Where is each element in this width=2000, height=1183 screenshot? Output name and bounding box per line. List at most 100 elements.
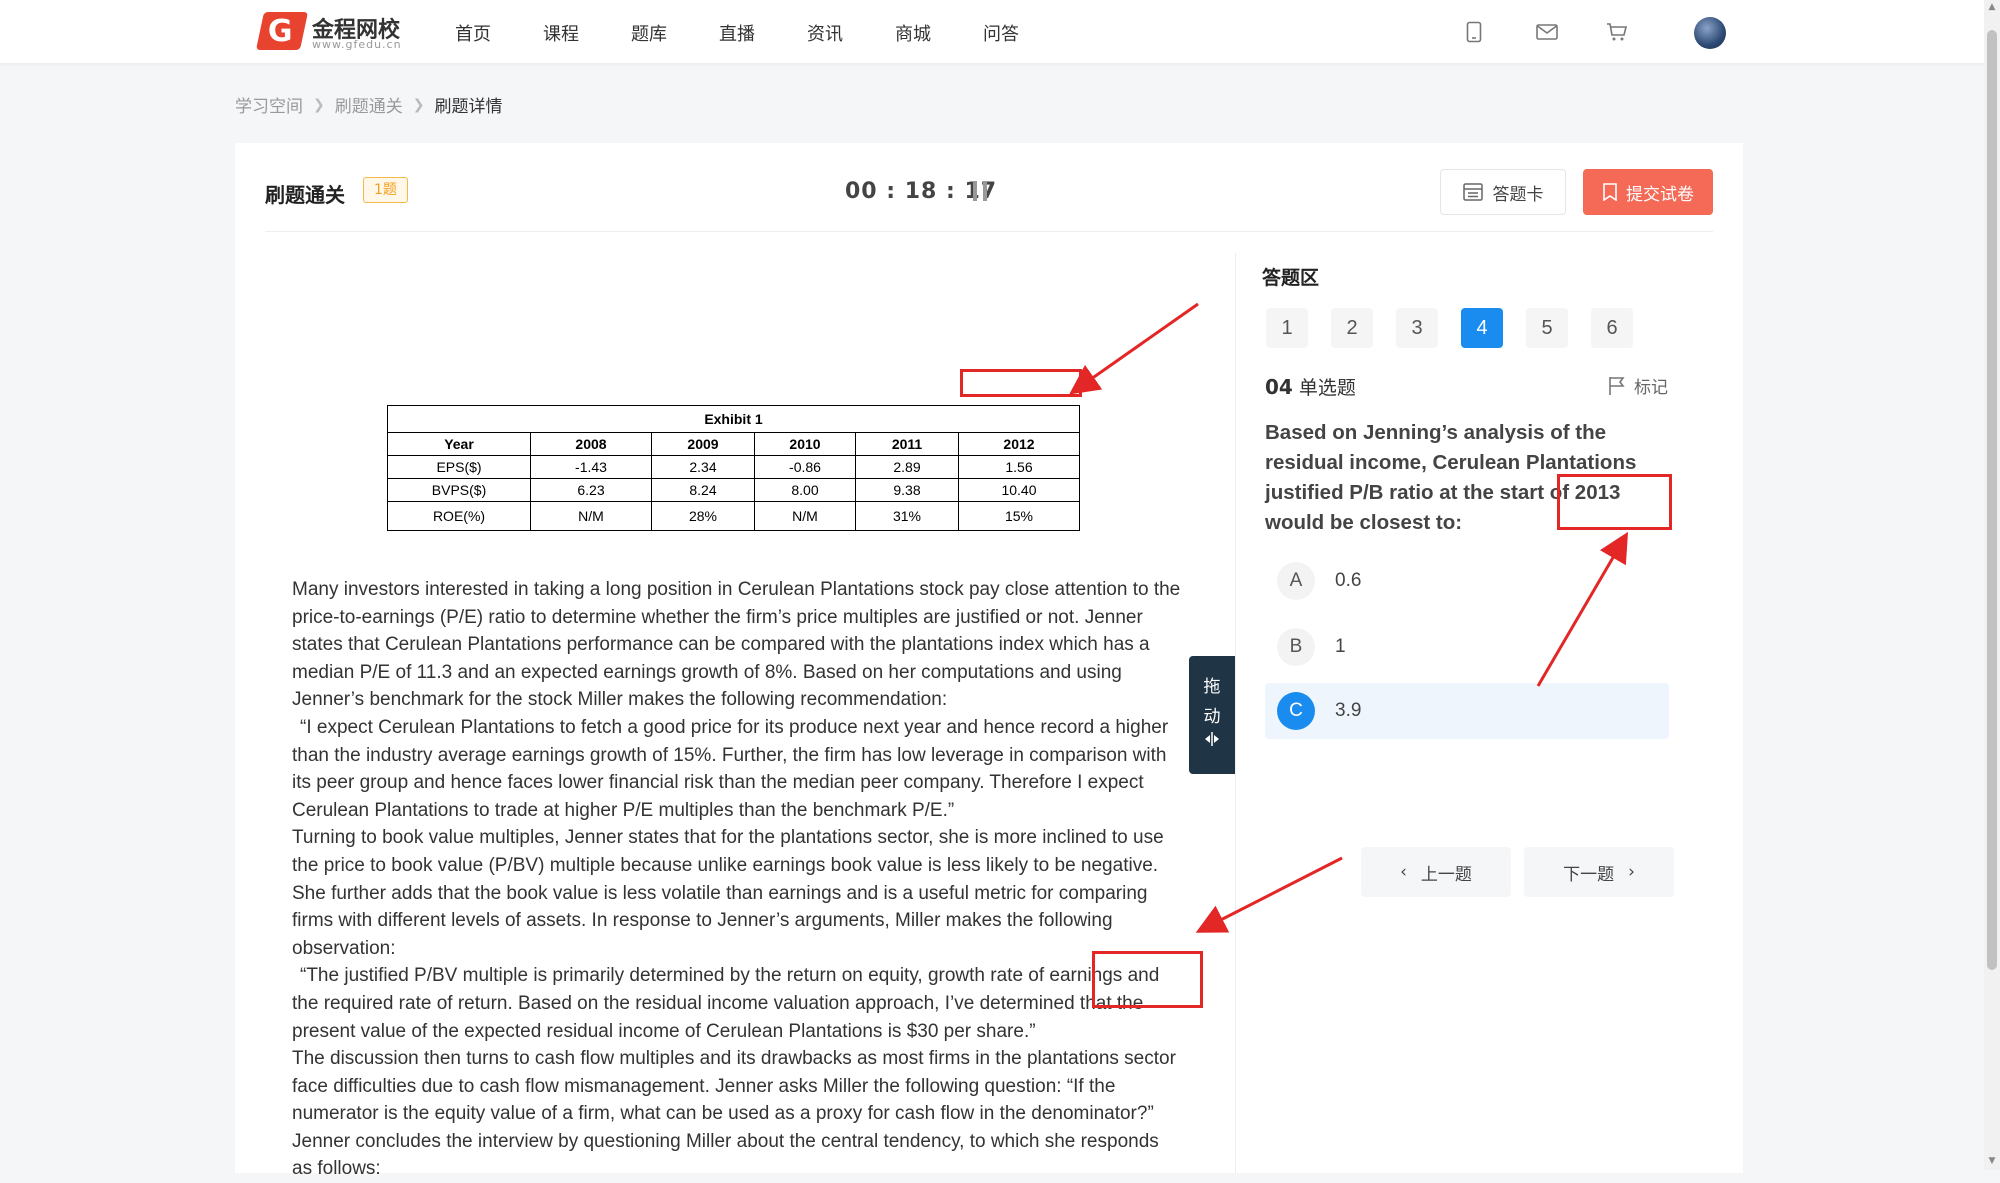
table-row: ROE(%) N/M 28% N/M 31% 15% (387, 501, 1080, 531)
option-b[interactable]: B 1 (1265, 619, 1669, 675)
breadcrumb: 学习空间 ❯ 刷题通关 ❯ 刷题详情 (235, 92, 503, 118)
question-number-button[interactable]: 6 (1591, 308, 1633, 348)
option-c-selected[interactable]: C 3.9 (1265, 683, 1669, 739)
nav-item-mall[interactable]: 商城 (895, 20, 983, 46)
resize-arrows-icon (1205, 732, 1219, 746)
panel-divider (1235, 253, 1236, 1173)
question-number-button[interactable]: 2 (1331, 308, 1373, 348)
exhibit-cell: EPS($) (387, 455, 531, 479)
exhibit-header-cell: 2010 (754, 432, 856, 456)
nav-item-question-bank[interactable]: 题库 (631, 20, 719, 46)
exhibit-cell: ROE(%) (387, 501, 531, 531)
option-text: 3.9 (1335, 700, 1362, 721)
passage-paragraph: Many investors interested in taking a lo… (292, 579, 1181, 711)
exhibit-cell: 2.89 (855, 455, 959, 479)
passage-text: Many investors interested in taking a lo… (292, 576, 1182, 1183)
nav-item-courses[interactable]: 课程 (543, 20, 631, 46)
exhibit-cell: N/M (530, 501, 652, 531)
exhibit-cell: 28% (651, 501, 755, 531)
flag-icon (1609, 376, 1625, 395)
chevron-right-icon: ❯ (412, 96, 425, 113)
top-icons (1466, 20, 1676, 44)
nav-item-home[interactable]: 首页 (455, 20, 543, 46)
next-question-button[interactable]: 下一题 › (1524, 847, 1674, 897)
passage-paragraph: “The justified P/BV multiple is primaril… (292, 965, 1160, 1042)
chevron-right-icon: ❯ (313, 96, 325, 113)
question-number-button-active[interactable]: 4 (1461, 308, 1503, 348)
main-nav: 首页 课程 题库 直播 资讯 商城 问答 (455, 20, 1071, 46)
option-text: 1 (1335, 636, 1346, 657)
question-number-button[interactable]: 5 (1526, 308, 1568, 348)
exhibit-cell: 10.40 (958, 478, 1080, 502)
chevron-right-icon: › (1628, 862, 1635, 882)
prev-question-button[interactable]: ‹ 上一题 (1361, 847, 1511, 897)
exhibit-header-cell: 2011 (855, 432, 959, 456)
scrollbar-thumb[interactable] (1987, 30, 1997, 970)
scroll-up-icon[interactable]: ▲ (1987, 2, 1997, 12)
exhibit-cell: -0.86 (754, 455, 856, 479)
nav-item-qa[interactable]: 问答 (983, 20, 1071, 46)
exhibit-cell: N/M (754, 501, 856, 531)
exhibit-cell: 9.38 (855, 478, 959, 502)
nav-item-live[interactable]: 直播 (719, 20, 807, 46)
passage-paragraph: “I expect Cerulean Plantations to fetch … (292, 716, 1169, 821)
card-header: 刷题通关 1题 00 : 18 : 17 答题卡 提交试卷 (265, 143, 1713, 232)
pause-icon[interactable] (973, 181, 987, 201)
phone-icon[interactable] (1466, 20, 1536, 44)
breadcrumb-item-practice[interactable]: 刷题通关 (335, 92, 403, 117)
exhibit-cell: BVPS($) (387, 478, 531, 502)
drag-handle[interactable]: 拖 动 (1189, 656, 1235, 774)
submit-exam-button[interactable]: 提交试卷 (1583, 169, 1713, 215)
mark-label: 标记 (1634, 378, 1668, 398)
mail-icon[interactable] (1536, 20, 1606, 44)
option-a[interactable]: A 0.6 (1265, 553, 1669, 609)
exhibit-header-cell: Year (387, 432, 531, 456)
question-number-button[interactable]: 1 (1266, 308, 1308, 348)
question-number-list: 1 2 3 4 5 6 (1266, 308, 1633, 348)
brand-url: www.gfedu.cn (312, 38, 402, 51)
submit-exam-label: 提交试卷 (1626, 184, 1694, 205)
cart-icon[interactable] (1606, 20, 1676, 44)
chevron-left-icon: ‹ (1400, 862, 1407, 882)
option-letter: A (1277, 562, 1315, 600)
annotation-box-bvps (960, 369, 1082, 397)
question-number-button[interactable]: 3 (1396, 308, 1438, 348)
breadcrumb-item-study-space[interactable]: 学习空间 (235, 92, 303, 117)
nav-item-news[interactable]: 资讯 (807, 20, 895, 46)
question-index: 04 (1265, 375, 1293, 399)
passage-paragraph: Turning to book value multiples, Jenner … (292, 827, 1164, 959)
brand-logo[interactable]: G 金程网校 www.gfedu.cn (255, 10, 410, 52)
exhibit-header-cell: 2012 (958, 432, 1080, 456)
exhibit-cell: 2.34 (651, 455, 755, 479)
question-type: 04 单选题 (1265, 373, 1356, 400)
option-letter: C (1277, 692, 1315, 730)
submit-icon (1603, 183, 1617, 201)
annotation-box-30 (1092, 951, 1203, 1008)
mark-button[interactable]: 标记 (1608, 373, 1668, 398)
answer-card-label: 答题卡 (1492, 184, 1544, 205)
passage-panel: Exhibit 1 Year 2008 2009 2010 2011 2012 … (235, 253, 1235, 1179)
option-letter: B (1277, 628, 1315, 666)
user-avatar[interactable] (1694, 17, 1726, 49)
exhibit-title: Exhibit 1 (387, 405, 1080, 433)
exhibit-cell: 1.56 (958, 455, 1080, 479)
passage-paragraph: The discussion then turns to cash flow m… (292, 1048, 1176, 1125)
practice-card: 刷题通关 1题 00 : 18 : 17 答题卡 提交试卷 Exhibit 1 … (235, 143, 1743, 1179)
exhibit-header-cell: 2008 (530, 432, 652, 456)
logo-mark: G (255, 12, 309, 50)
prev-question-label: 上一题 (1420, 864, 1472, 885)
breadcrumb-item-current: 刷题详情 (434, 97, 503, 117)
question-type-label: 单选题 (1298, 377, 1356, 399)
answer-card-icon (1462, 183, 1483, 201)
drag-handle-label: 动 (1203, 707, 1221, 727)
annotation-box-2013 (1557, 474, 1672, 530)
scroll-down-icon[interactable]: ▼ (1987, 1156, 1997, 1166)
next-question-label: 下一题 (1563, 864, 1615, 885)
answer-card-button[interactable]: 答题卡 (1440, 169, 1566, 215)
exhibit-cell: 15% (958, 501, 1080, 531)
exhibit-cell: -1.43 (530, 455, 652, 479)
passage-paragraph: Jenner concludes the interview by questi… (292, 1130, 1159, 1180)
drag-handle-label: 拖 (1203, 677, 1221, 697)
exhibit-table: Exhibit 1 Year 2008 2009 2010 2011 2012 … (387, 405, 1080, 531)
answer-zone-title: 答题区 (1262, 267, 1320, 289)
